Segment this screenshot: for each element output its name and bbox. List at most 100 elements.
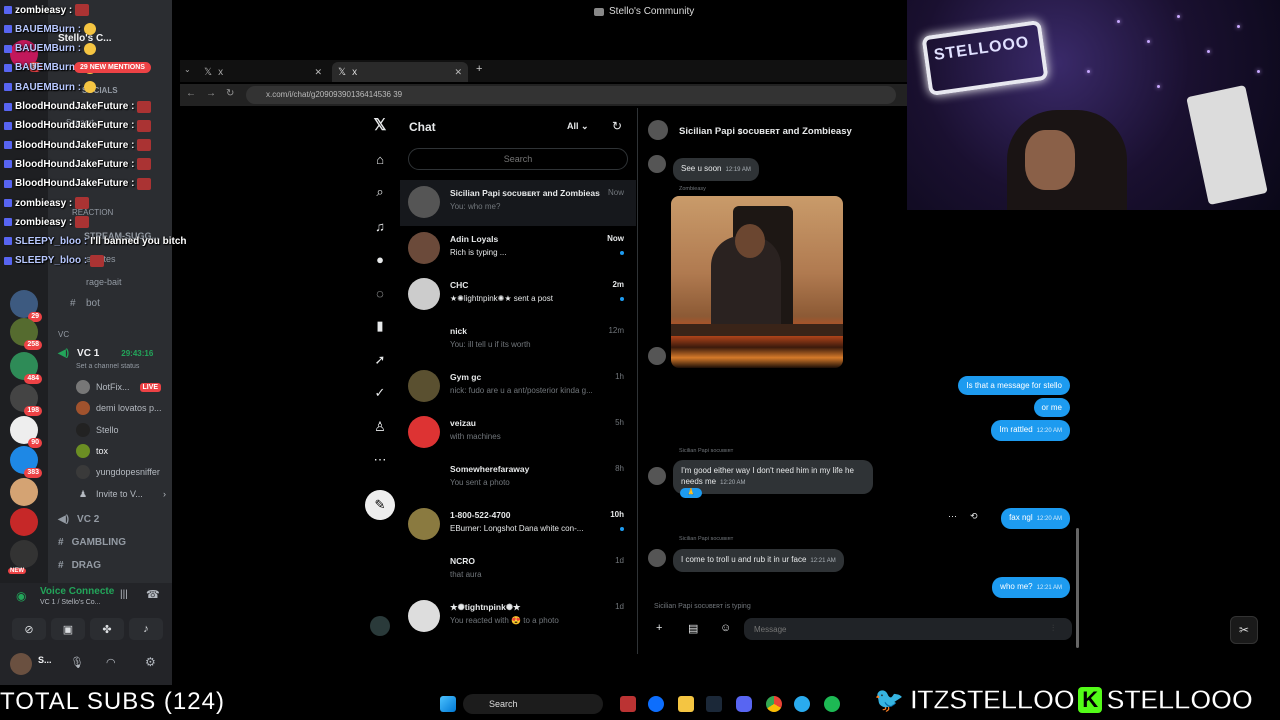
more-icon[interactable]: ⋯: [371, 451, 389, 469]
rocket-icon[interactable]: ➚: [371, 351, 389, 369]
more-icon[interactable]: ⋯: [948, 511, 957, 522]
x-logo-icon[interactable]: 𝕏: [371, 116, 389, 134]
forward-icon[interactable]: →: [206, 88, 216, 99]
channel-vc2[interactable]: ◀) VC 2: [58, 514, 99, 525]
edge-icon[interactable]: [648, 696, 664, 712]
vc-user[interactable]: yungdopesniffer: [76, 463, 166, 481]
vc-user[interactable]: NotFix... LIVE: [76, 378, 166, 396]
spotify-icon[interactable]: [824, 696, 840, 712]
settings-gear-icon[interactable]: ⚙: [145, 655, 156, 669]
verified-icon[interactable]: ✓: [371, 384, 389, 402]
home-icon[interactable]: ⌂: [371, 150, 389, 168]
voice-category[interactable]: VC: [58, 330, 166, 339]
noise-suppression-icon[interactable]: |||: [120, 589, 128, 600]
conversation-item[interactable]: ★✺tightnpink✺★ 1d You reacted with 😍 to a …: [400, 594, 636, 640]
new-tab-icon[interactable]: +: [476, 63, 482, 75]
file-explorer-icon[interactable]: [678, 696, 694, 712]
taskbar-app-icon[interactable]: [620, 696, 636, 712]
tab-list-chevron-icon[interactable]: ⌄: [184, 65, 191, 74]
message-outgoing[interactable]: fax ngl 12:20 AM: [1001, 508, 1070, 529]
reaction-emoji[interactable]: 🙏: [680, 488, 702, 498]
scrollbar[interactable]: [1076, 528, 1079, 648]
vc-user[interactable]: Stello: [76, 421, 166, 439]
browser-tab-active[interactable]: 𝕏x ✕: [332, 62, 468, 82]
avatar[interactable]: [370, 616, 390, 636]
message-incoming[interactable]: I come to troll u and rub it in ur face 1…: [673, 549, 844, 572]
avatar[interactable]: [10, 653, 32, 675]
chrome-icon[interactable]: [766, 696, 782, 712]
message-outgoing[interactable]: or me: [1033, 398, 1070, 417]
camera-off-button[interactable]: ⊘: [12, 618, 46, 640]
refresh-icon[interactable]: ↻: [612, 119, 622, 133]
telegram-icon[interactable]: [794, 696, 810, 712]
vc-user[interactable]: demi lovatos p...: [76, 399, 166, 417]
reload-icon[interactable]: ↻: [226, 88, 234, 99]
server-icon[interactable]: 198: [10, 384, 42, 416]
server-icon[interactable]: [10, 478, 38, 506]
taskbar-search[interactable]: Search: [463, 694, 603, 714]
channel-gambling[interactable]: # GAMBLING: [58, 537, 126, 548]
headphones-icon[interactable]: ◠: [106, 656, 116, 669]
channel-drag[interactable]: # DRAG: [58, 560, 101, 571]
soundboard-button[interactable]: ♪: [129, 618, 163, 640]
conversation-item[interactable]: Gym gc 1h nick: fudo are u a ant/posterior…: [400, 364, 636, 410]
browser-tab[interactable]: 𝕏x ✕: [198, 62, 328, 82]
compose-button[interactable]: ✎: [365, 490, 395, 520]
emoji-icon[interactable]: ☺: [720, 622, 731, 634]
retweet-icon[interactable]: ⟲: [970, 511, 978, 522]
search-icon[interactable]: ⌕: [371, 183, 389, 201]
chat-search-input[interactable]: [408, 148, 628, 170]
server-icon[interactable]: 258: [10, 318, 42, 350]
steam-icon[interactable]: [706, 696, 722, 712]
plus-icon[interactable]: +: [656, 622, 662, 634]
conversation-item[interactable]: nick 12m You: ill tell u if its worth: [400, 318, 636, 364]
gif-icon[interactable]: ▤: [688, 622, 698, 635]
server-icon[interactable]: 383: [10, 446, 42, 478]
screen-share-button[interactable]: ▣: [51, 618, 85, 640]
discord-icon[interactable]: [736, 696, 752, 712]
bell-icon[interactable]: ♫: [371, 217, 389, 235]
message-incoming[interactable]: I'm good either way I don't need him in …: [673, 460, 873, 494]
grok-icon[interactable]: ◌: [371, 284, 389, 302]
server-icon[interactable]: [10, 508, 38, 536]
channel-rage-bait[interactable]: rage-bait: [58, 277, 166, 287]
vc1-header[interactable]: ◀) VC 1 29:43:16: [58, 348, 153, 359]
server-icon[interactable]: 29: [10, 290, 42, 322]
message-input[interactable]: [744, 618, 1072, 640]
conversation-item[interactable]: Sicilian Papi ꜱᴏᴄᴜʙᴇʀᴛ and Zombieasy Now Y…: [400, 180, 636, 226]
message-outgoing[interactable]: Is that a message for stello: [958, 376, 1070, 395]
disconnect-icon[interactable]: ☎: [146, 588, 160, 601]
message-outgoing[interactable]: Im rattled 12:20 AM: [991, 420, 1070, 441]
voice-wave-icon[interactable]: ⫶: [1052, 623, 1054, 634]
message-outgoing[interactable]: who me? 12:21 AM: [992, 577, 1070, 598]
conversation-item[interactable]: Adin Loyals Now Rich is typing ...: [400, 226, 636, 272]
vc1-status[interactable]: Set a channel status: [58, 363, 166, 370]
voice-connected-subtitle[interactable]: VC 1 / Stello's Co...: [40, 599, 100, 606]
conversation-item[interactable]: Somewherefaraway 8h You sent a photo: [400, 456, 636, 502]
back-icon[interactable]: ←: [186, 88, 196, 99]
new-mentions-badge[interactable]: 29 NEW MENTIONS: [74, 62, 151, 73]
bookmark-icon[interactable]: ▮: [371, 317, 389, 335]
close-icon[interactable]: ✕: [314, 67, 322, 78]
server-icon[interactable]: 90: [10, 416, 42, 448]
conversation-item[interactable]: NCRO 1d that aura: [400, 548, 636, 594]
profile-icon[interactable]: ♙: [371, 418, 389, 436]
server-icon[interactable]: 484: [10, 352, 42, 384]
windows-start-icon[interactable]: [440, 696, 456, 712]
filter-dropdown[interactable]: All ⌄: [567, 121, 589, 132]
invite-to-voice[interactable]: ♟ Invite to V... ›: [76, 485, 166, 503]
close-icon[interactable]: ✕: [454, 67, 462, 78]
channel-bot[interactable]: # bot: [58, 298, 166, 309]
activities-button[interactable]: ✤: [90, 618, 124, 640]
address-bar[interactable]: [246, 86, 896, 104]
avatar[interactable]: [648, 120, 668, 140]
server-icon[interactable]: NEW: [8, 540, 38, 574]
conversation-item[interactable]: veizau 5h with machines: [400, 410, 636, 456]
conversation-item[interactable]: 1-800-522-4700 10h EBurner: Longshot Dana …: [400, 502, 636, 548]
message-incoming[interactable]: See u soon 12:19 AM: [673, 158, 759, 181]
vc-user[interactable]: tox: [76, 442, 166, 460]
conversation-title[interactable]: Sicilian Papi ꜱᴏᴄᴜʙᴇʀᴛ and Zombieasy: [679, 126, 852, 137]
gif-message[interactable]: [671, 196, 843, 368]
snipping-tool-icon[interactable]: ✂: [1230, 616, 1258, 644]
chat-icon[interactable]: ●: [371, 250, 389, 268]
